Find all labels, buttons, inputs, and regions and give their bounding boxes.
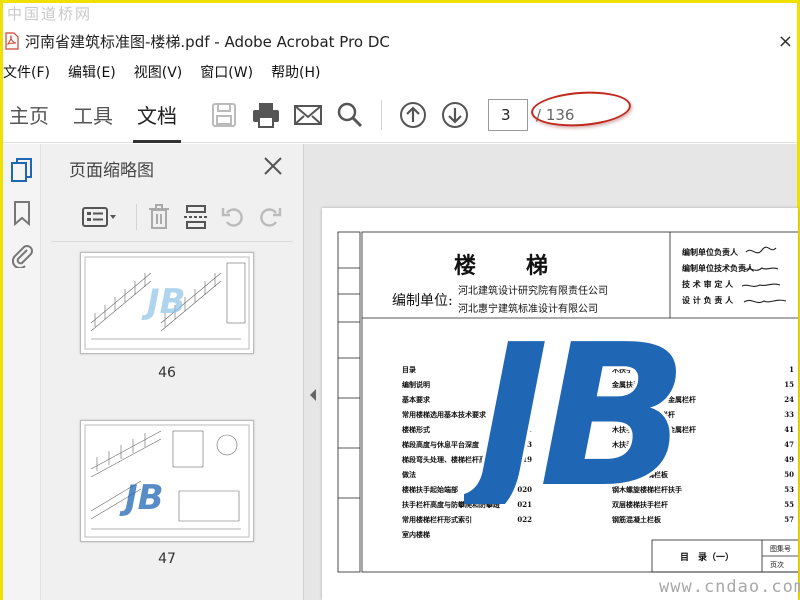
previous-page-icon[interactable] [398,100,428,130]
tools-separator [135,203,137,230]
document-page: 楼 梯 编制单位: 河北建筑设计研究院有限责任公司 河北惠宁建筑标准设计有限公司… [322,208,798,600]
menu-view[interactable]: 视图(V) [134,62,183,82]
toc-entry-name: 编制说明 [402,380,430,389]
svg-text:JB: JB [119,478,164,518]
extract-pages-icon[interactable] [182,202,211,232]
delete-page-icon[interactable] [145,202,174,232]
toc-entry-page: 57 [784,515,794,524]
rotate-left-icon[interactable] [219,202,248,232]
toc-entry-name: 目录 [402,365,416,374]
page-number-input[interactable] [488,98,528,131]
toc-entry-page: 55 [784,500,794,509]
menu-window[interactable]: 窗口(W) [200,62,253,82]
menu-bar: 文件(F) 编辑(E) 视图(V) 窗口(W) 帮助(H) [3,59,797,85]
thumbnail-panel-header: 页面缩略图 [41,144,303,192]
toc-entry-name: 室内楼梯 [402,530,430,539]
toc-entry-page: 022 [517,515,532,524]
pdf-file-icon [5,32,19,50]
page-thumbnails-icon[interactable] [3,150,41,192]
signatures [741,246,787,304]
thumbnail-label-47: 47 [158,551,176,567]
toc-entry-name: 楼梯扶手起始端部 [402,485,458,494]
thumbnail-label-46: 46 [158,365,176,381]
next-page-icon[interactable] [440,100,470,130]
toc-entry-name: 常用楼梯栏杆形式索引 [402,515,472,524]
footer-atlas-label: 图集号 [770,545,791,553]
email-icon[interactable] [293,100,323,130]
footer-page-label: 页次 [770,561,784,569]
thumbnail-page-46[interactable]: JB [80,252,254,354]
main-toolbar: 主页 工具 文档 / 136 [3,87,797,143]
toc-entry-page: 33 [784,410,794,419]
jb-logo: JB [440,300,724,534]
compiler-1: 河北建筑设计研究院有限责任公司 [458,286,608,297]
toc-entry-name: 楼梯形式 [402,425,430,434]
menu-edit[interactable]: 编辑(E) [68,62,116,82]
svg-text:JB: JB [141,282,186,322]
toc-entry-page: 15 [784,380,794,389]
document-viewport: 楼 梯 编制单位: 河北建筑设计研究院有限责任公司 河北惠宁建筑标准设计有限公司… [303,144,798,600]
tab-tools[interactable]: 工具 [67,87,119,143]
thumbnail-panel-title: 页面缩略图 [69,160,154,181]
toc-row: 室内楼梯 [402,527,612,542]
rotate-right-icon[interactable] [256,202,285,232]
attachment-icon[interactable] [3,234,41,276]
jb-logo-mark: JB [440,300,691,534]
toolbar-separator [381,99,382,130]
menu-help[interactable]: 帮助(H) [271,62,320,82]
thumbnail-page-47[interactable]: JB [80,420,254,542]
tab-home[interactable]: 主页 [3,87,55,143]
options-menu-icon[interactable] [81,202,120,232]
menu-file[interactable]: 文件(F) [3,62,50,82]
site-watermark: 中国道桥网 [7,5,93,23]
close-panel-icon[interactable] [263,156,283,180]
save-icon[interactable] [209,100,239,130]
close-window-icon[interactable]: × [778,31,793,52]
toc-row: 常用楼梯栏杆形式索引 022 [402,512,612,527]
toc-entry-page: 47 [784,440,794,449]
page-total: / 136 [536,105,575,124]
footer-title: 目 录（一） [680,553,735,563]
toc-entry-page: 41 [784,425,794,434]
toc-row: 钢筋混凝土栏板 57 [612,512,798,527]
toc-entry-name: 基本要求 [402,395,430,404]
toc-entry-page: 1 [789,365,794,374]
site-url-watermark: www.cndao.com [659,577,800,597]
print-icon[interactable] [251,100,281,130]
tab-document[interactable]: 文档 [131,87,183,143]
navigation-rail [3,144,41,600]
window-titlebar: 河南省建筑标准图-楼梯.pdf - Adobe Acrobat Pro DC × [3,25,797,57]
doc-title: 楼 梯 [454,253,551,279]
jb-logo-text: JB [464,304,678,504]
window-title: 河南省建筑标准图-楼梯.pdf - Adobe Acrobat Pro DC [25,32,390,51]
thumbnail-tools [51,192,293,242]
toc-entry-page: 49 [784,455,794,464]
toc-entry-page: 24 [784,395,794,404]
search-icon[interactable] [335,100,365,130]
toc-entry-page: 50 [784,470,794,479]
compiler-label: 编制单位: [392,293,453,309]
thumbnail-panel: 页面缩略图 JB 46 JB 47 [41,144,331,600]
toc-entry-name: 钢筋混凝土栏板 [612,515,661,524]
toc-entry-page: 53 [784,485,794,494]
bookmark-icon[interactable] [3,192,41,234]
collapse-panel-icon[interactable] [308,388,318,402]
